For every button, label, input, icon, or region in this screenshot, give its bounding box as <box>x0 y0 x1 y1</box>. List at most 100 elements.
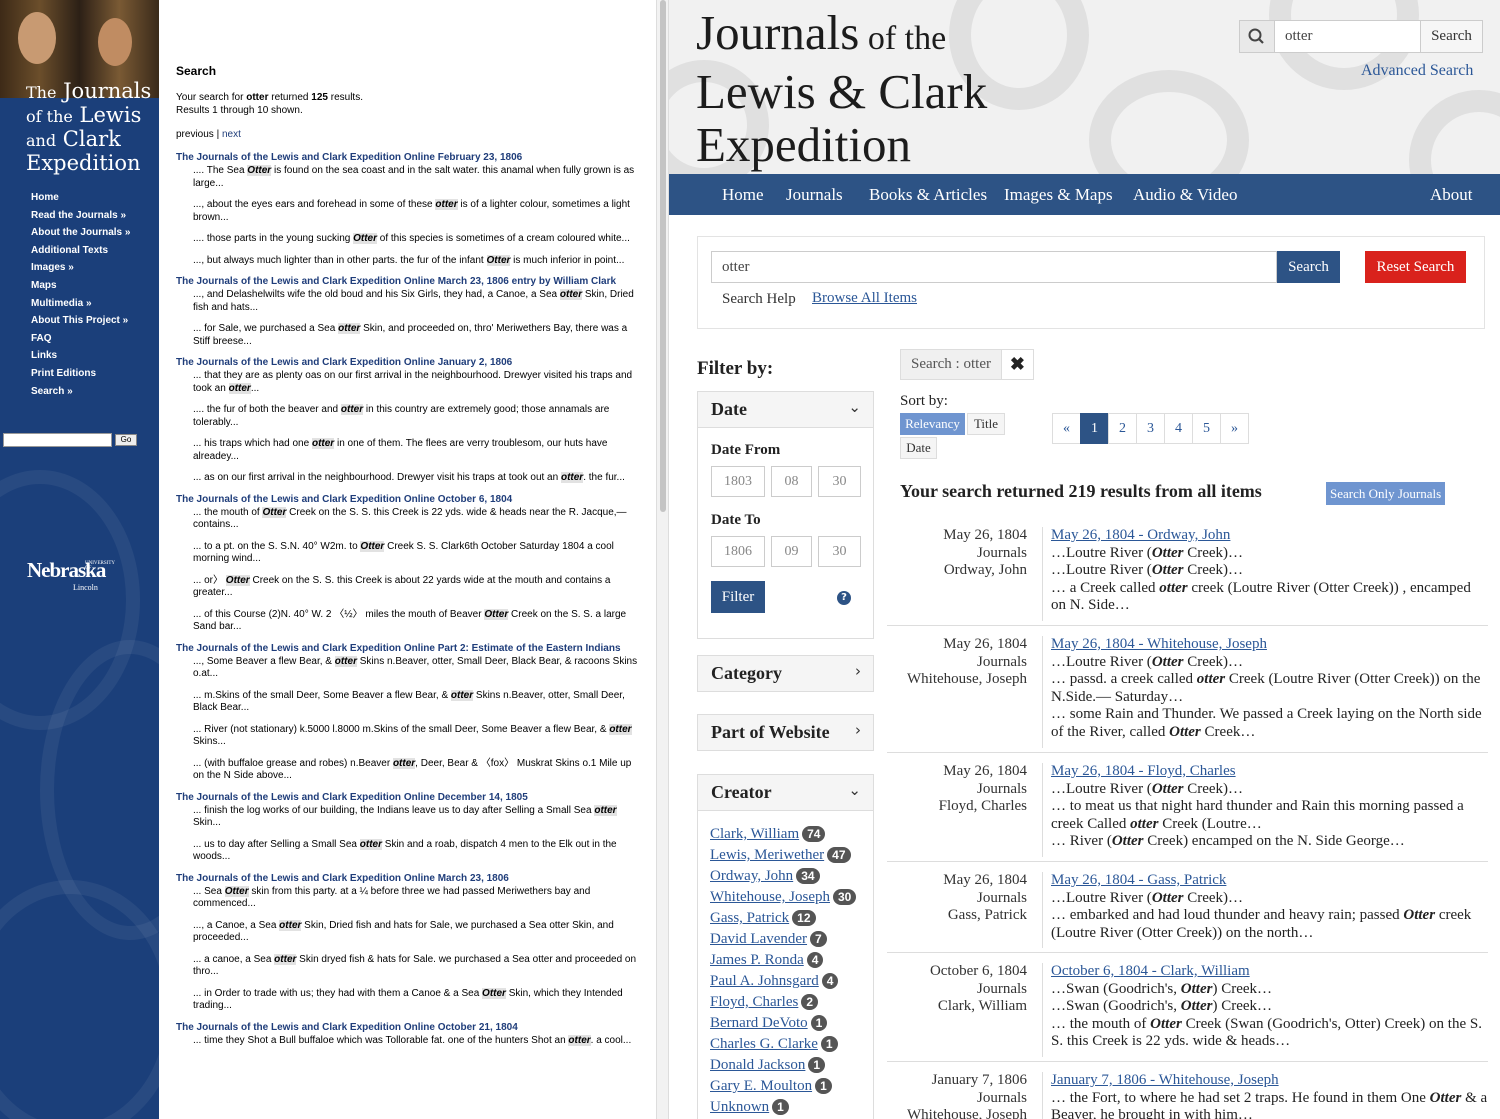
result-title-link[interactable]: January 7, 1806 - Whitehouse, Joseph <box>1051 1072 1488 1090</box>
filter-button[interactable]: Filter <box>711 581 765 613</box>
page-link[interactable]: 4 <box>1164 413 1193 444</box>
page-link[interactable]: 1 <box>1080 413 1109 444</box>
search-only-journals-button[interactable]: Search Only Journals <box>1326 482 1446 505</box>
old-search-input[interactable] <box>3 433 112 447</box>
page-link[interactable]: » <box>1220 413 1249 444</box>
creator-facet-item[interactable]: Floyd, Charles 2 <box>710 994 856 1015</box>
nav-item[interactable]: Home <box>722 185 764 205</box>
creator-facet-item[interactable]: Unknown 1 <box>710 1099 856 1119</box>
facet-part-of-website-toggle[interactable]: Part of Website › <box>697 714 874 751</box>
creator-facet-item[interactable]: Lewis, Meriwether 47 <box>710 847 856 868</box>
old-result-title[interactable]: The Journals of the Lewis and Clark Expe… <box>176 792 638 804</box>
creator-facet-item[interactable]: Clark, William 74 <box>710 826 856 847</box>
creator-name[interactable]: Unknown <box>710 1099 769 1115</box>
result-title-link[interactable]: May 26, 1804 - Whitehouse, Joseph <box>1051 636 1488 654</box>
university-nebraska-logo[interactable]: Nebraska UNIVERSITY OF Lincoln <box>27 558 115 592</box>
sort-date-button[interactable]: Date <box>900 437 937 459</box>
creator-name[interactable]: Whitehouse, Joseph <box>710 889 830 905</box>
help-icon[interactable]: ? <box>837 591 851 605</box>
old-nav-item[interactable]: Images » <box>31 261 130 279</box>
old-result-title[interactable]: The Journals of the Lewis and Clark Expe… <box>176 1022 638 1034</box>
old-site-title[interactable]: The Journals of the Lewis and Clark Expe… <box>26 80 151 175</box>
old-nav-item[interactable]: Links <box>31 349 130 367</box>
creator-facet-item[interactable]: Whitehouse, Joseph 30 <box>710 889 857 910</box>
facet-creator-toggle[interactable]: Creator ⌄ <box>697 774 874 811</box>
creator-name[interactable]: David Lavender <box>710 931 807 947</box>
pane-scrollbar[interactable] <box>656 0 669 1119</box>
old-nav-item[interactable]: FAQ <box>31 332 130 350</box>
creator-name[interactable]: James P. Ronda <box>710 952 804 968</box>
old-nav-item[interactable]: Maps <box>31 279 130 297</box>
reset-search-button[interactable]: Reset Search <box>1365 251 1466 283</box>
close-icon[interactable]: ✖ <box>1001 349 1034 380</box>
nav-item[interactable]: Books & Articles <box>869 185 987 205</box>
nav-item[interactable]: About <box>1430 185 1473 205</box>
result-title-link[interactable]: May 26, 1804 - Gass, Patrick <box>1051 872 1488 890</box>
advanced-search-link[interactable]: Advanced Search <box>1361 62 1473 80</box>
page-link[interactable]: 2 <box>1108 413 1137 444</box>
creator-facet-item[interactable]: Charles G. Clarke 1 <box>710 1036 856 1057</box>
creator-name[interactable]: Gass, Patrick <box>710 910 789 926</box>
browse-all-items-link[interactable]: Browse All Items <box>812 290 917 307</box>
facet-category-toggle[interactable]: Category › <box>697 655 874 692</box>
creator-name[interactable]: Ordway, John <box>710 868 793 884</box>
result-title-link[interactable]: October 6, 1804 - Clark, William <box>1051 963 1488 981</box>
creator-name[interactable]: Lewis, Meriwether <box>710 847 824 863</box>
old-result-title[interactable]: The Journals of the Lewis and Clark Expe… <box>176 276 638 288</box>
result-title-link[interactable]: May 26, 1804 - Ordway, John <box>1051 527 1488 545</box>
creator-facet-item[interactable]: Bernard DeVoto 1 <box>710 1015 856 1036</box>
old-nav-item[interactable]: About the Journals » <box>31 226 130 244</box>
old-result-title[interactable]: The Journals of the Lewis and Clark Expe… <box>176 357 638 369</box>
search-help-link[interactable]: Search Help <box>722 291 796 308</box>
creator-name[interactable]: Donald Jackson <box>710 1057 805 1073</box>
date-from-month[interactable]: 08 <box>771 466 812 497</box>
old-nav-item[interactable]: Multimedia » <box>31 297 130 315</box>
header-search-button[interactable]: Search <box>1421 20 1483 53</box>
nav-item[interactable]: Journals <box>786 185 843 205</box>
old-nav-item[interactable]: Home <box>31 191 130 209</box>
creator-facet-item[interactable]: Donald Jackson 1 <box>710 1057 856 1078</box>
old-result-title[interactable]: The Journals of the Lewis and Clark Expe… <box>176 152 638 164</box>
header-search-input[interactable] <box>1275 20 1421 53</box>
old-result-title[interactable]: The Journals of the Lewis and Clark Expe… <box>176 494 638 506</box>
date-to-year[interactable]: 1806 <box>711 536 765 567</box>
scrollbar-thumb[interactable] <box>660 0 666 512</box>
old-nav-item[interactable]: Print Editions <box>31 367 130 385</box>
old-result-title[interactable]: The Journals of the Lewis and Clark Expe… <box>176 643 638 655</box>
creator-name[interactable]: Bernard DeVoto <box>710 1015 808 1031</box>
creator-name[interactable]: Clark, William <box>710 826 799 842</box>
old-result-title[interactable]: The Journals of the Lewis and Clark Expe… <box>176 873 638 885</box>
creator-name[interactable]: Paul A. Johnsgard <box>710 973 819 989</box>
pager-next-link[interactable]: next <box>222 129 241 140</box>
nav-item[interactable]: Audio & Video <box>1133 185 1237 205</box>
creator-facet-item[interactable]: Gass, Patrick 12 <box>710 910 856 931</box>
search-input[interactable] <box>711 251 1277 283</box>
creator-facet-item[interactable]: Ordway, John 34 <box>710 868 856 889</box>
creator-facet-item[interactable]: David Lavender 7 <box>710 931 856 952</box>
creator-facet-item[interactable]: James P. Ronda 4 <box>710 952 856 973</box>
site-title[interactable]: Journals of the Lewis & Clark Expedition <box>696 6 987 171</box>
date-from-year[interactable]: 1803 <box>711 466 765 497</box>
page-link[interactable]: 3 <box>1136 413 1165 444</box>
result-title-link[interactable]: May 26, 1804 - Floyd, Charles <box>1051 763 1488 781</box>
old-nav-item[interactable]: About This Project » <box>31 314 130 332</box>
old-nav-item[interactable]: Read the Journals » <box>31 209 130 227</box>
old-nav-item[interactable]: Additional Texts <box>31 244 130 262</box>
creator-facet-item[interactable]: Paul A. Johnsgard 4 <box>710 973 856 994</box>
page-link[interactable]: 5 <box>1192 413 1221 444</box>
sort-title-button[interactable]: Title <box>967 413 1005 435</box>
old-nav-item[interactable]: Search » <box>31 385 130 403</box>
creator-name[interactable]: Charles G. Clarke <box>710 1036 818 1052</box>
date-to-month[interactable]: 09 <box>771 536 812 567</box>
sort-relevancy-button[interactable]: Relevancy <box>900 413 965 435</box>
creator-name[interactable]: Gary E. Moulton <box>710 1078 812 1094</box>
date-from-day[interactable]: 30 <box>818 466 861 497</box>
nav-item[interactable]: Images & Maps <box>1004 185 1113 205</box>
creator-name[interactable]: Floyd, Charles <box>710 994 798 1010</box>
old-search-go-button[interactable]: Go <box>115 434 137 446</box>
search-button[interactable]: Search <box>1277 251 1340 283</box>
creator-facet-item[interactable]: Gary E. Moulton 1 <box>710 1078 856 1099</box>
date-to-day[interactable]: 30 <box>818 536 861 567</box>
page-link[interactable]: « <box>1052 413 1081 444</box>
facet-date-toggle[interactable]: Date ⌄ <box>697 391 874 428</box>
